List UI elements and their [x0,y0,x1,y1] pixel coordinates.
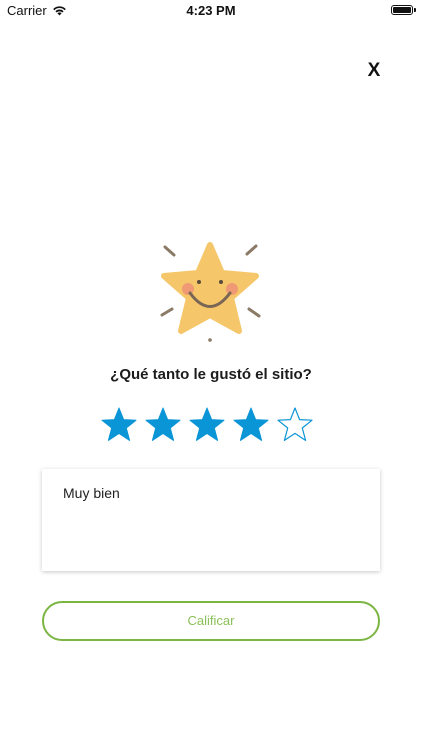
battery-fill [393,7,411,13]
rating-star-2[interactable] [145,406,181,444]
comment-text: Muy bien [63,485,120,501]
comment-field[interactable]: Muy bien [42,469,380,571]
rating-star-5[interactable] [277,406,313,444]
star-rating [101,406,313,444]
star-outline-icon [277,407,313,441]
status-time: 4:23 PM [186,3,236,18]
star-filled-icon [233,407,269,441]
submit-rating-button[interactable]: Calificar [42,601,380,641]
rating-star-3[interactable] [189,406,225,444]
battery-icon [391,5,413,15]
smiling-star-icon [160,242,261,342]
rating-question: ¿Qué tanto le gustó el sitio? [110,366,312,383]
battery-tip [414,8,416,12]
star-filled-icon [189,407,225,441]
status-bar: Carrier 4:23 PM [0,0,422,22]
star-filled-icon [145,407,181,441]
close-button[interactable]: X [363,59,385,83]
rating-star-4[interactable] [233,406,269,444]
star-filled-icon [101,407,137,441]
rating-star-1[interactable] [101,406,137,444]
